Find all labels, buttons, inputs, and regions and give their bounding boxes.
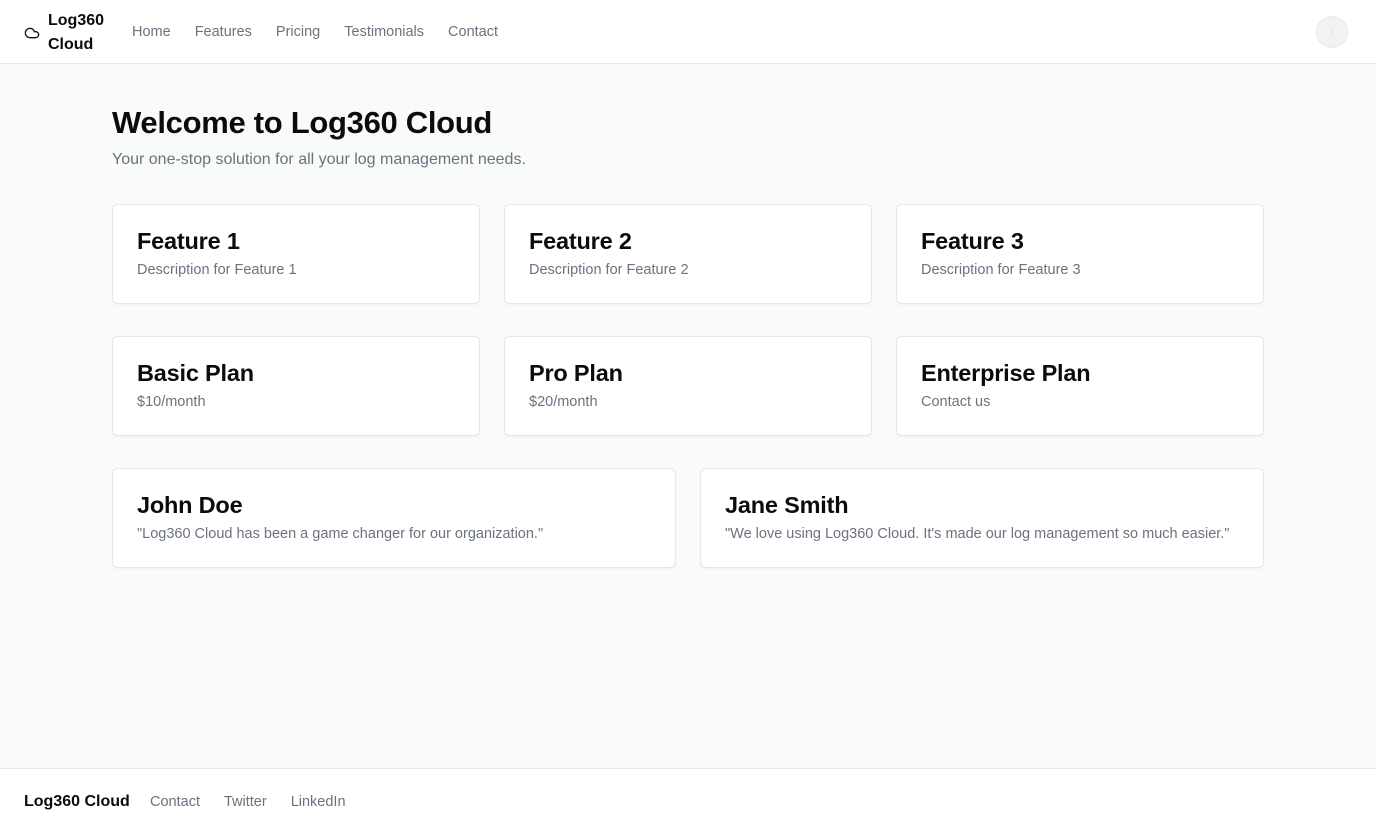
feature-title: Feature 3 bbox=[921, 228, 1024, 254]
pricing-section: Basic Plan $10/month Pro Plan $20/month … bbox=[112, 336, 1264, 436]
nav-pricing[interactable]: Pricing bbox=[276, 21, 320, 43]
testimonial-author: John Doe bbox=[137, 492, 243, 518]
footer-link-twitter[interactable]: Twitter bbox=[224, 792, 267, 812]
main-nav: Home Features Pricing Testimonials Conta… bbox=[132, 21, 498, 43]
plan-title: Pro Plan bbox=[529, 360, 623, 386]
plan-price: Contact us bbox=[921, 394, 991, 410]
feature-description: Description for Feature 2 bbox=[529, 262, 689, 278]
plan-title: Basic Plan bbox=[137, 360, 254, 386]
page-title: Welcome to Log360 Cloud bbox=[112, 105, 493, 140]
footer-link-linkedin[interactable]: LinkedIn bbox=[291, 792, 346, 812]
top-navbar: Log360 Cloud Home Features Pricing Testi… bbox=[0, 0, 1376, 64]
plan-title: Enterprise Plan bbox=[921, 360, 1091, 386]
testimonial-quote: "Log360 Cloud has been a game changer fo… bbox=[137, 526, 544, 542]
feature-description: Description for Feature 1 bbox=[137, 262, 297, 278]
feature-title: Feature 2 bbox=[529, 228, 632, 254]
pricing-card: Pro Plan $20/month bbox=[504, 336, 872, 436]
feature-card: Feature 1 Description for Feature 1 bbox=[112, 204, 480, 304]
pricing-card: Basic Plan $10/month bbox=[112, 336, 480, 436]
feature-title: Feature 1 bbox=[137, 228, 240, 254]
nav-contact[interactable]: Contact bbox=[448, 21, 498, 43]
testimonial-quote: "We love using Log360 Cloud. It's made o… bbox=[725, 526, 1230, 542]
footer-brand: Log360 Cloud bbox=[24, 793, 130, 810]
nav-testimonials[interactable]: Testimonials bbox=[344, 21, 424, 43]
feature-card: Feature 3 Description for Feature 3 bbox=[896, 204, 1264, 304]
user-avatar-button[interactable] bbox=[1316, 16, 1348, 48]
footer: Log360 Cloud Contact Twitter LinkedIn bbox=[0, 768, 1376, 832]
testimonial-card: Jane Smith "We love using Log360 Cloud. … bbox=[700, 468, 1264, 568]
footer-link-contact[interactable]: Contact bbox=[150, 792, 200, 812]
nav-features[interactable]: Features bbox=[195, 21, 252, 43]
brand-link[interactable]: Log360 Cloud bbox=[24, 9, 118, 57]
testimonial-card: John Doe "Log360 Cloud has been a game c… bbox=[112, 468, 676, 568]
main-content: Welcome to Log360 Cloud Your one-stop so… bbox=[112, 104, 1264, 568]
feature-description: Description for Feature 3 bbox=[921, 262, 1081, 278]
plan-price: $20/month bbox=[529, 394, 598, 410]
nav-home[interactable]: Home bbox=[132, 21, 171, 43]
page-subtitle: Your one-stop solution for all your log … bbox=[112, 151, 526, 168]
testimonials-section: John Doe "Log360 Cloud has been a game c… bbox=[112, 468, 1264, 568]
footer-nav: Contact Twitter LinkedIn bbox=[150, 792, 346, 812]
testimonial-author: Jane Smith bbox=[725, 492, 849, 518]
cloud-icon bbox=[24, 25, 40, 41]
page: Log360 Cloud Home Features Pricing Testi… bbox=[0, 0, 1376, 832]
features-section: Feature 1 Description for Feature 1 Feat… bbox=[112, 204, 1264, 304]
pricing-card: Enterprise Plan Contact us bbox=[896, 336, 1264, 436]
brand-name: Log360 Cloud bbox=[48, 12, 105, 53]
plan-price: $10/month bbox=[137, 394, 206, 410]
feature-card: Feature 2 Description for Feature 2 bbox=[504, 204, 872, 304]
